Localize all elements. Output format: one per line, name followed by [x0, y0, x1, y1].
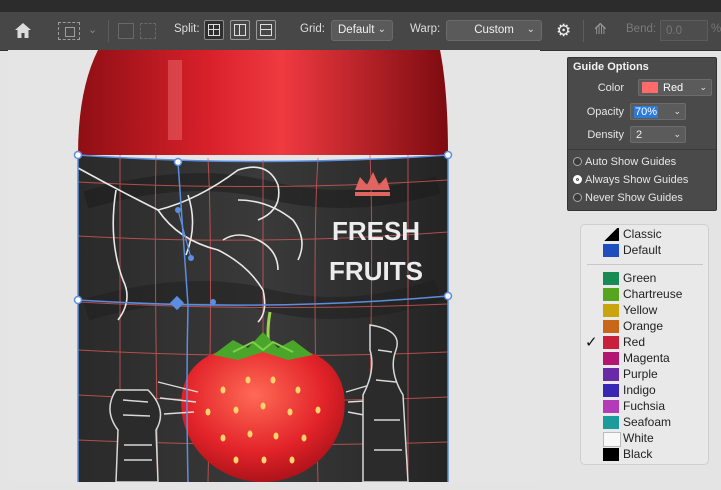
- guide-options-title: Guide Options: [573, 61, 649, 73]
- guide-color-select[interactable]: Red ⌄: [638, 79, 712, 96]
- guide-density-value: 2: [636, 129, 643, 141]
- bend-input[interactable]: [660, 20, 708, 41]
- split-crosswise-button[interactable]: [204, 20, 224, 40]
- bend-icon: ⟰: [594, 21, 607, 38]
- split-crosswise-icon: [208, 24, 220, 36]
- color-label: Color: [597, 82, 624, 94]
- label-text-fresh: FRESH: [332, 216, 420, 246]
- color-menu-item-label: Chartreuse: [623, 287, 683, 301]
- guide-options-panel: Guide Options Color Red ⌄ Opacity 70% ⌄ …: [567, 57, 717, 211]
- grid-toggle-icon: [140, 23, 156, 39]
- radio-button-selected-icon: [573, 175, 582, 184]
- split-vertical-button[interactable]: [230, 20, 250, 40]
- menu-separator: [587, 264, 703, 265]
- split-horizontal-icon: [260, 24, 272, 36]
- guide-opacity-value: 70%: [634, 106, 659, 118]
- color-menu-item-label: Indigo: [623, 383, 656, 397]
- document-canvas[interactable]: FRESH FRUITS: [8, 50, 540, 482]
- radio-button-icon: [573, 157, 582, 166]
- tool-preset-chevron-icon[interactable]: ⌄: [88, 23, 97, 36]
- gear-icon[interactable]: ⚙: [556, 21, 571, 41]
- opacity-label: Opacity: [586, 106, 624, 118]
- chevron-down-icon[interactable]: ⌄: [673, 106, 681, 117]
- radio-button-icon: [573, 193, 582, 202]
- color-swatch-icon: [603, 352, 619, 365]
- home-icon[interactable]: [13, 21, 33, 41]
- color-swatch-icon: [603, 448, 619, 461]
- checkmark-icon: ✓: [585, 334, 598, 351]
- color-swatch-icon: [603, 416, 619, 429]
- color-swatch-icon: [603, 336, 619, 349]
- color-swatch-icon: [603, 384, 619, 397]
- bend-label: Bend:: [626, 23, 657, 35]
- color-swatch-icon: [603, 244, 619, 257]
- color-menu-item-label: Orange: [623, 319, 664, 333]
- warp-select-value: Custom: [474, 24, 514, 36]
- warp-select[interactable]: Custom ⌄: [446, 20, 542, 41]
- color-menu-item-label: Classic: [623, 227, 662, 241]
- color-swatch-icon: [603, 272, 619, 285]
- guide-color-menu: Classic Default Green Chartreuse Yellow Orang…: [580, 224, 709, 465]
- color-swatch-icon: [603, 304, 619, 317]
- radio-always-show-guides[interactable]: Always Show Guides: [573, 174, 688, 186]
- grid-select-value: Default: [338, 24, 375, 36]
- warp-transform-icon[interactable]: [58, 22, 80, 40]
- color-swatch-icon: [603, 368, 619, 381]
- label-text-fruits: FRUITS: [329, 256, 423, 286]
- color-swatch-icon: [603, 288, 619, 301]
- scroll-ornament-left: [109, 389, 162, 482]
- chevron-down-icon: ⌄: [377, 24, 386, 35]
- color-menu-item-label: Red: [623, 335, 646, 349]
- radio-label: Always Show Guides: [585, 174, 689, 186]
- color-menu-item-label: Green: [623, 271, 657, 285]
- radio-label: Never Show Guides: [585, 192, 683, 204]
- chevron-down-icon[interactable]: ⌄: [673, 129, 681, 140]
- color-menu-item-label: Yellow: [623, 303, 658, 317]
- bend-unit: %: [711, 23, 721, 35]
- density-label: Density: [587, 129, 624, 141]
- guide-opacity-field[interactable]: 70% ⌄: [630, 103, 686, 120]
- guide-color-swatch: [642, 82, 658, 93]
- panel-divider: [568, 149, 716, 150]
- guide-density-field[interactable]: 2 ⌄: [630, 126, 686, 143]
- color-menu-item-label: Seafoam: [623, 415, 672, 429]
- color-menu-item-label: Purple: [623, 367, 658, 381]
- color-swatch-icon: [603, 432, 621, 447]
- radio-label: Auto Show Guides: [585, 156, 677, 168]
- grid-select[interactable]: Default ⌄: [331, 20, 393, 41]
- split-vertical-icon: [234, 24, 246, 36]
- guide-color-value: Red: [663, 82, 684, 94]
- color-menu-item-label: White: [623, 431, 654, 445]
- radio-never-show-guides[interactable]: Never Show Guides: [573, 192, 683, 204]
- color-swatch-icon: [603, 400, 619, 413]
- color-swatch-icon: [603, 228, 619, 241]
- split-horizontal-button[interactable]: [256, 20, 276, 40]
- color-menu-item-label: Fuchsia: [623, 399, 666, 413]
- color-menu-item-label: Default: [623, 243, 662, 257]
- color-swatch-icon: [603, 320, 619, 333]
- split-label: Split:: [174, 23, 200, 35]
- reference-point-icon: [118, 23, 134, 39]
- chevron-down-icon: ⌄: [699, 82, 707, 92]
- grid-label: Grid:: [300, 23, 325, 35]
- chevron-down-icon: ⌄: [526, 24, 535, 35]
- color-menu-item-label: Black: [623, 447, 653, 461]
- title-strip: [0, 0, 721, 12]
- toolbar-divider: [108, 20, 109, 42]
- color-menu-item-label: Magenta: [623, 351, 670, 365]
- artwork: FRESH FRUITS: [73, 50, 453, 482]
- radio-auto-show-guides[interactable]: Auto Show Guides: [573, 156, 676, 168]
- options-bar: ⌄ Split: Grid: Default ⌄ Warp: Custom ⌄ …: [0, 12, 721, 51]
- warp-label: Warp:: [410, 23, 441, 35]
- bottle-liquid: [78, 50, 448, 155]
- toolbar-divider: [583, 20, 584, 42]
